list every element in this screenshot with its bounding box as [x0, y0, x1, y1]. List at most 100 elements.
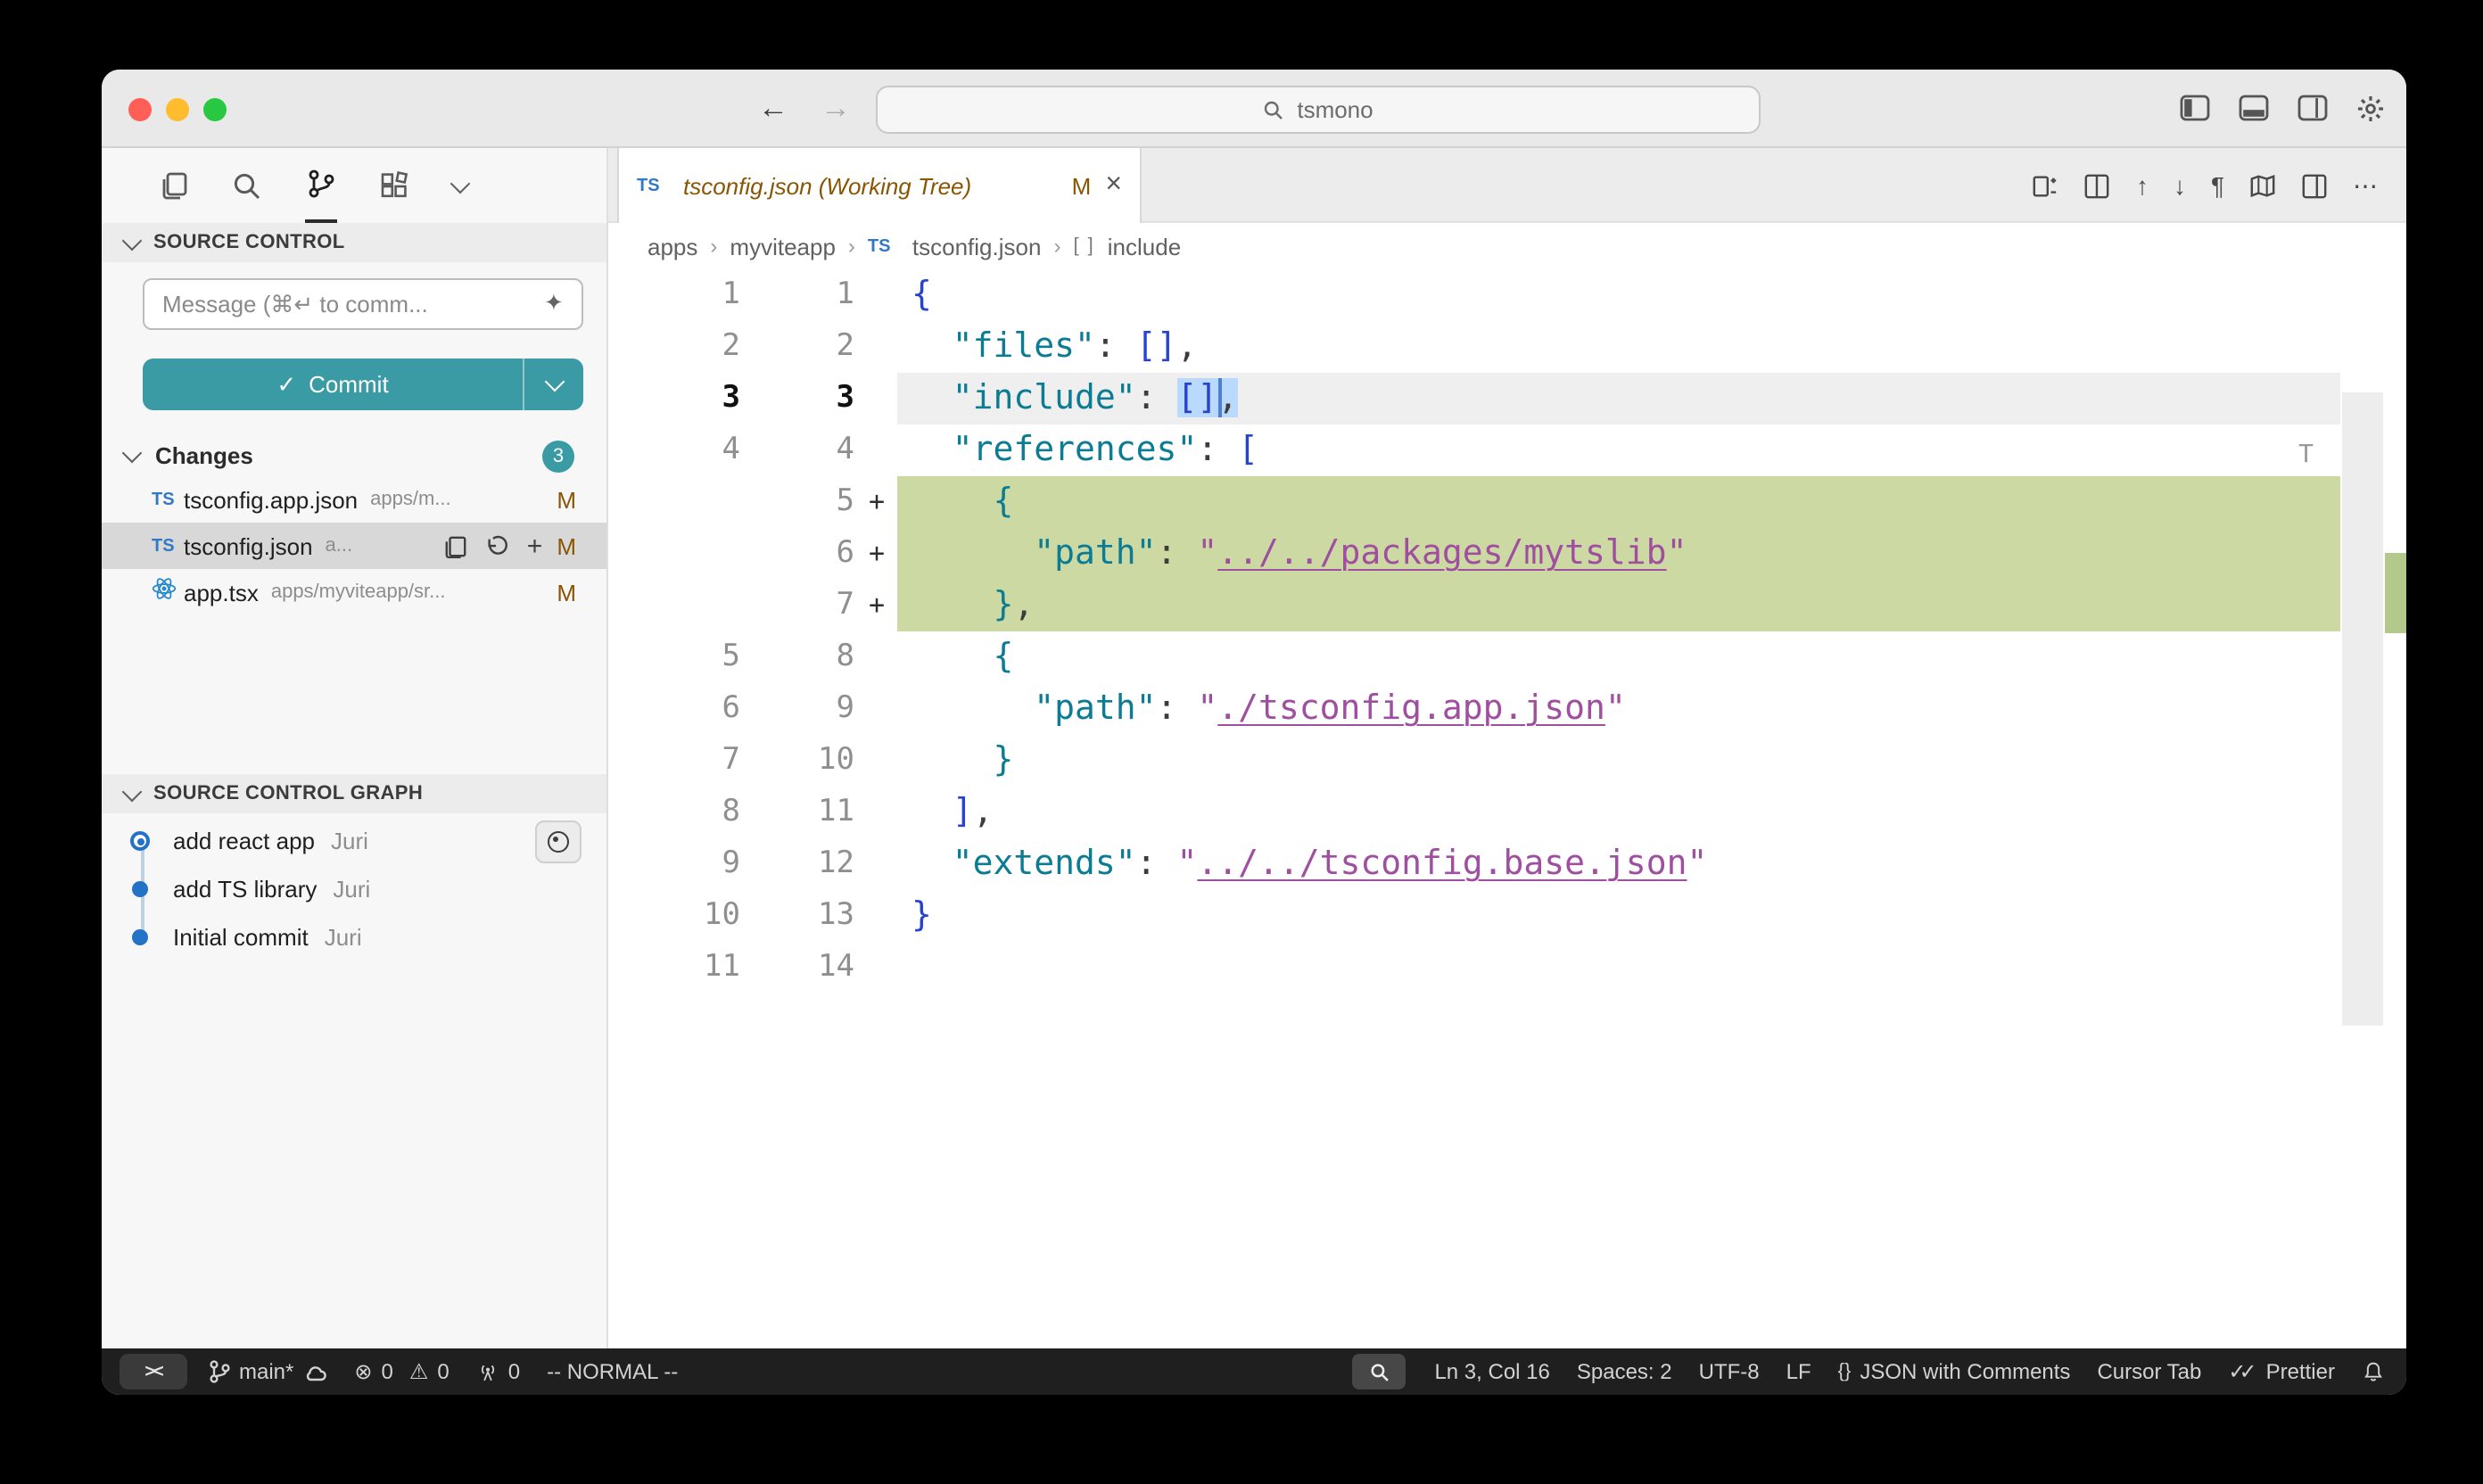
broadcast-icon — [476, 1360, 499, 1383]
more-actions-icon[interactable]: ⋯ — [2353, 170, 2378, 201]
close-tab-icon[interactable]: × — [1105, 171, 1122, 200]
compare-icon[interactable] — [2084, 172, 2111, 199]
discard-changes-icon[interactable] — [486, 534, 509, 557]
target-icon — [548, 831, 569, 853]
commit-message-input[interactable] — [143, 278, 583, 330]
breadcrumb-item[interactable]: tsconfig.json — [912, 233, 1042, 260]
vim-mode-indicator[interactable]: -- NORMAL -- — [547, 1359, 678, 1384]
tab-bar: TS tsconfig.json (Working Tree) M × ↑ ↓ … — [608, 148, 2406, 223]
code-line[interactable]: 58 { — [608, 631, 2406, 683]
extensions-view-icon[interactable] — [380, 148, 410, 223]
old-line-number: 5 — [608, 631, 751, 683]
zoom-indicator[interactable] — [1352, 1354, 1406, 1389]
code-line[interactable]: 6+ "path": "../../packages/mytslib" — [608, 528, 2406, 580]
changed-file-row[interactable]: app.tsx apps/myviteapp/sr... M — [102, 569, 606, 615]
cursor-position-indicator[interactable]: Ln 3, Col 16 — [1434, 1359, 1549, 1384]
split-editor-icon[interactable] — [2301, 172, 2328, 199]
chevron-down-icon — [122, 443, 143, 464]
notifications-bell[interactable] — [2362, 1359, 2385, 1384]
added-line-marker — [865, 735, 897, 787]
maximize-window-button[interactable] — [203, 98, 227, 121]
remote-icon: >< — [144, 1362, 161, 1381]
stage-changes-icon[interactable]: + — [527, 532, 543, 559]
commit-dropdown-button[interactable] — [524, 359, 583, 410]
eol-indicator[interactable]: LF — [1786, 1359, 1811, 1384]
branch-indicator[interactable]: main* — [209, 1359, 327, 1384]
code-line[interactable]: 44 "references": [ — [608, 425, 2406, 476]
cursor-tab-indicator[interactable]: Cursor Tab — [2097, 1359, 2201, 1384]
render-whitespace-icon[interactable]: ¶ — [2211, 171, 2224, 200]
code-editor[interactable]: 11{22 "files": [],33 "include": [],44 "r… — [608, 269, 2406, 1348]
code-line[interactable]: 5+ { — [608, 476, 2406, 528]
problems-indicator[interactable]: ⊗0 ⚠0 — [354, 1359, 449, 1384]
formatter-indicator[interactable]: ✓✓ Prettier — [2228, 1359, 2335, 1384]
toggle-panel-icon[interactable] — [2239, 95, 2269, 121]
minimap-slider[interactable] — [2342, 392, 2383, 1026]
old-line-number — [608, 580, 751, 631]
code-line[interactable]: 7+ }, — [608, 580, 2406, 631]
old-line-number: 11 — [608, 942, 751, 993]
toggle-secondary-sidebar-icon[interactable] — [2297, 95, 2328, 121]
new-line-number: 7 — [751, 580, 865, 631]
commit-button[interactable]: ✓ Commit — [143, 359, 524, 410]
added-line-marker — [865, 683, 897, 735]
toggle-primary-sidebar-icon[interactable] — [2180, 95, 2210, 121]
explorer-icon[interactable] — [159, 148, 189, 223]
code-line-content: } — [897, 735, 2340, 787]
code-line[interactable]: 710 } — [608, 735, 2406, 787]
code-line[interactable]: 1114 — [608, 942, 2406, 993]
search-view-icon[interactable] — [232, 148, 262, 223]
breadcrumb-item[interactable]: myviteapp — [730, 233, 836, 260]
ports-indicator[interactable]: 0 — [476, 1359, 520, 1384]
code-line[interactable]: 22 "files": [], — [608, 321, 2406, 373]
breadcrumb-item[interactable]: apps — [648, 233, 697, 260]
source-control-header-label: SOURCE CONTROL — [153, 232, 345, 253]
commit-row[interactable]: Initial commit Juri — [102, 913, 606, 961]
editor-area: TS tsconfig.json (Working Tree) M × ↑ ↓ … — [608, 148, 2406, 1348]
commit-button-label: Commit — [309, 371, 389, 398]
more-views-chevron-icon[interactable] — [453, 148, 467, 223]
code-line[interactable]: 1013} — [608, 890, 2406, 942]
source-control-section-header[interactable]: SOURCE CONTROL — [102, 223, 606, 262]
changes-group-row[interactable]: Changes 3 — [102, 435, 606, 476]
code-line[interactable]: 11{ — [608, 269, 2406, 321]
code-line-content: "path": "../../packages/mytslib" — [897, 528, 2340, 580]
breadcrumb: apps › myviteapp › TS tsconfig.json › [ … — [608, 223, 2406, 269]
code-line-content: { — [897, 476, 2340, 528]
back-button[interactable]: ← — [758, 90, 788, 126]
new-line-number: 6 — [751, 528, 865, 580]
changed-file-row[interactable]: TS tsconfig.json a... + M — [102, 523, 606, 569]
language-mode-indicator[interactable]: {} JSON with Comments — [1838, 1359, 2071, 1384]
encoding-indicator[interactable]: UTF-8 — [1699, 1359, 1760, 1384]
code-line[interactable]: 69 "path": "./tsconfig.app.json" — [608, 683, 2406, 735]
close-window-button[interactable] — [128, 98, 152, 121]
code-line[interactable]: 811 ], — [608, 787, 2406, 838]
added-line-marker — [865, 631, 897, 683]
minimize-window-button[interactable] — [166, 98, 189, 121]
open-changes-icon[interactable] — [2033, 172, 2059, 199]
next-change-icon[interactable]: ↓ — [2174, 171, 2186, 200]
commit-row[interactable]: add react app Juri — [102, 817, 606, 865]
git-status-badge: M — [557, 579, 576, 606]
generate-commit-message-icon[interactable]: ✦ — [544, 289, 564, 317]
source-control-graph-header[interactable]: SOURCE CONTROL GRAPH — [102, 774, 606, 813]
forward-button[interactable]: → — [821, 90, 851, 126]
commit-row[interactable]: add TS library Juri — [102, 865, 606, 913]
warning-icon: ⚠ — [409, 1359, 429, 1384]
code-line[interactable]: 912 "extends": "../../tsconfig.base.json… — [608, 838, 2406, 890]
settings-gear-icon[interactable] — [2356, 94, 2385, 122]
added-line-marker — [865, 890, 897, 942]
source-control-view-icon[interactable] — [305, 148, 337, 223]
map-icon[interactable] — [2249, 172, 2276, 199]
overview-added-marker — [2385, 553, 2406, 633]
command-center[interactable]: tsmono — [876, 86, 1761, 134]
tab-tsconfig-working-tree[interactable]: TS tsconfig.json (Working Tree) M × — [617, 148, 1142, 223]
remote-indicator[interactable]: >< — [120, 1354, 187, 1389]
open-file-icon[interactable] — [445, 534, 468, 557]
prev-change-icon[interactable]: ↑ — [2136, 171, 2149, 200]
breadcrumb-item[interactable]: include — [1108, 233, 1181, 260]
indentation-indicator[interactable]: Spaces: 2 — [1577, 1359, 1672, 1384]
changed-file-row[interactable]: TS tsconfig.app.json apps/m... M — [102, 476, 606, 523]
code-line[interactable]: 33 "include": [], — [608, 373, 2406, 425]
checkout-button[interactable] — [535, 820, 582, 863]
